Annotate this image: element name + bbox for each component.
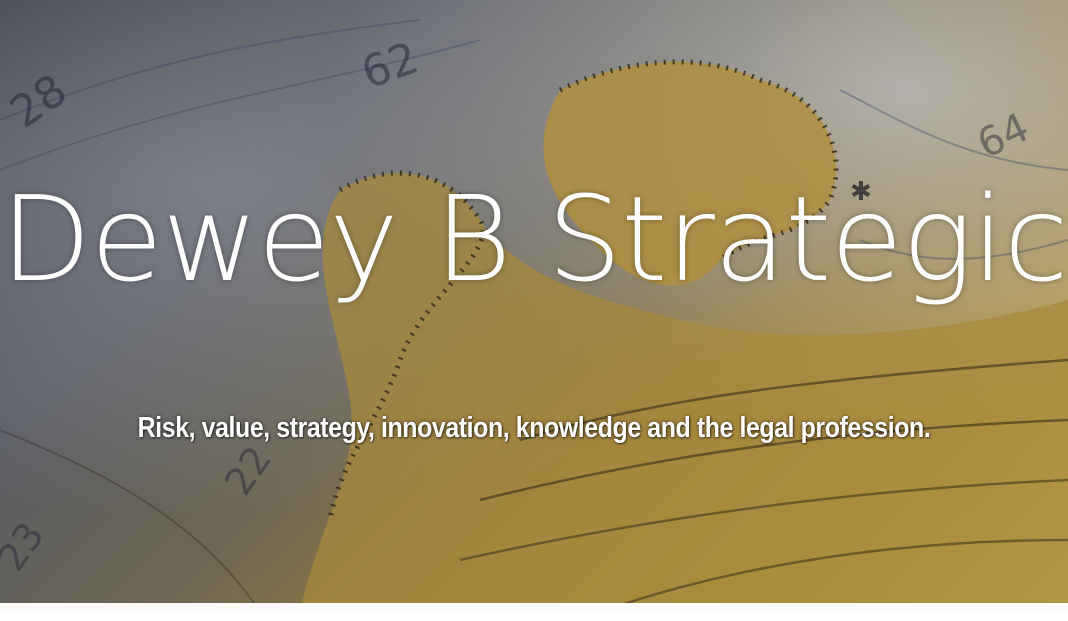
map-number: 64	[971, 105, 1037, 168]
site-title[interactable]: Dewey B Strategic	[0, 180, 1068, 298]
banner-bottom-strip	[0, 603, 1068, 612]
header-banner: ✱ 28 62 64 22 23 Dewey B Strategic Risk,…	[0, 0, 1068, 612]
map-number: 28	[1, 65, 76, 139]
map-number: 22	[216, 438, 280, 503]
contour-line	[0, 429, 261, 612]
site-tagline: Risk, value, strategy, innovation, knowl…	[137, 412, 931, 444]
map-number: 23	[0, 514, 53, 579]
contour-line	[839, 89, 1068, 171]
map-number: 62	[355, 32, 425, 99]
